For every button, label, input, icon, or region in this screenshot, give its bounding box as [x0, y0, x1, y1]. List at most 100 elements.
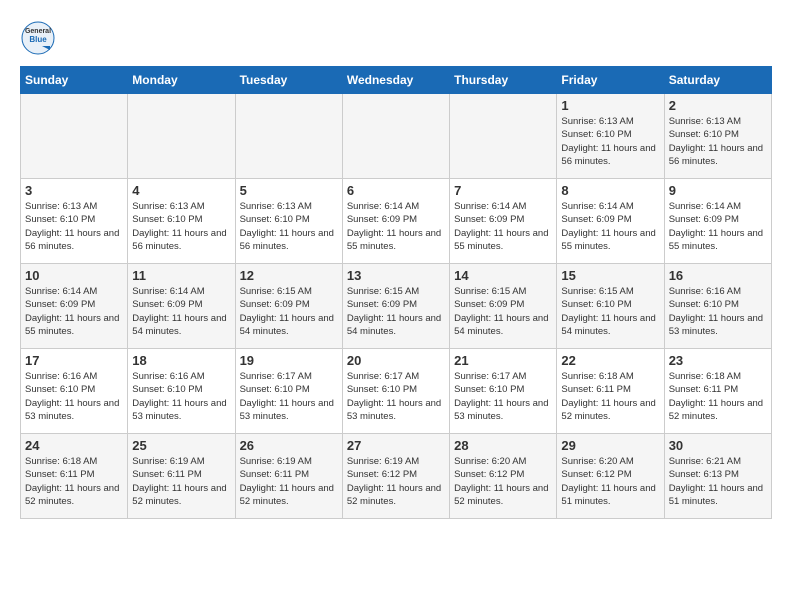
day-cell [450, 94, 557, 179]
week-row-1: 3Sunrise: 6:13 AM Sunset: 6:10 PM Daylig… [21, 179, 772, 264]
header-friday: Friday [557, 67, 664, 94]
day-cell: 6Sunrise: 6:14 AM Sunset: 6:09 PM Daylig… [342, 179, 449, 264]
day-info: Sunrise: 6:14 AM Sunset: 6:09 PM Dayligh… [561, 200, 659, 253]
day-cell: 17 Sunrise: 6:16 AM Sunset: 6:10 PM Dayli… [21, 349, 128, 434]
day-info: Sunrise: 6:16 AM Sunset: 6:10 PM Dayligh… [25, 370, 123, 423]
day-info: Sunrise: 6:13 AM Sunset: 6:10 PM Dayligh… [669, 115, 767, 168]
day-cell: 14Sunrise: 6:15 AM Sunset: 6:09 PM Dayli… [450, 264, 557, 349]
day-cell: 16 Sunrise: 6:16 AM Sunset: 6:10 PM Dayli… [664, 264, 771, 349]
week-row-0: 1 Sunrise: 6:13 AM Sunset: 6:10 PM Daylig… [21, 94, 772, 179]
logo-icon: General Blue [20, 20, 56, 56]
calendar-body: 1 Sunrise: 6:13 AM Sunset: 6:10 PM Daylig… [21, 94, 772, 519]
header-wednesday: Wednesday [342, 67, 449, 94]
day-cell: 18 Sunrise: 6:16 AM Sunset: 6:10 PM Dayli… [128, 349, 235, 434]
day-cell: 26Sunrise: 6:19 AM Sunset: 6:11 PM Dayli… [235, 434, 342, 519]
day-cell: 28 Sunrise: 6:20 AM Sunset: 6:12 PM Dayli… [450, 434, 557, 519]
day-cell: 24 Sunrise: 6:18 AM Sunset: 6:11 PM Dayli… [21, 434, 128, 519]
day-cell: 27Sunrise: 6:19 AM Sunset: 6:12 PM Dayli… [342, 434, 449, 519]
day-number: 9 [669, 183, 767, 198]
day-number: 25 [132, 438, 230, 453]
day-cell: 7 Sunrise: 6:14 AM Sunset: 6:09 PM Daylig… [450, 179, 557, 264]
day-number: 28 [454, 438, 552, 453]
day-cell: 15Sunrise: 6:15 AM Sunset: 6:10 PM Dayli… [557, 264, 664, 349]
week-row-4: 24 Sunrise: 6:18 AM Sunset: 6:11 PM Dayli… [21, 434, 772, 519]
day-info: Sunrise: 6:17 AM Sunset: 6:10 PM Dayligh… [454, 370, 552, 423]
day-number: 27 [347, 438, 445, 453]
day-number: 22 [561, 353, 659, 368]
calendar-header: SundayMondayTuesdayWednesdayThursdayFrid… [21, 67, 772, 94]
week-row-3: 17 Sunrise: 6:16 AM Sunset: 6:10 PM Dayli… [21, 349, 772, 434]
day-info: Sunrise: 6:16 AM Sunset: 6:10 PM Dayligh… [669, 285, 767, 338]
calendar-table: SundayMondayTuesdayWednesdayThursdayFrid… [20, 66, 772, 519]
day-cell: 22 Sunrise: 6:18 AM Sunset: 6:11 PM Dayli… [557, 349, 664, 434]
day-number: 14 [454, 268, 552, 283]
day-cell: 20Sunrise: 6:17 AM Sunset: 6:10 PM Dayli… [342, 349, 449, 434]
day-number: 21 [454, 353, 552, 368]
day-info: Sunrise: 6:13 AM Sunset: 6:10 PM Dayligh… [132, 200, 230, 253]
day-cell: 1 Sunrise: 6:13 AM Sunset: 6:10 PM Daylig… [557, 94, 664, 179]
day-info: Sunrise: 6:14 AM Sunset: 6:09 PM Dayligh… [132, 285, 230, 338]
day-number: 19 [240, 353, 338, 368]
day-info: Sunrise: 6:21 AM Sunset: 6:13 PM Dayligh… [669, 455, 767, 508]
day-number: 1 [561, 98, 659, 113]
day-number: 7 [454, 183, 552, 198]
day-number: 23 [669, 353, 767, 368]
day-cell [235, 94, 342, 179]
day-info: Sunrise: 6:19 AM Sunset: 6:11 PM Dayligh… [240, 455, 338, 508]
header-thursday: Thursday [450, 67, 557, 94]
header-monday: Monday [128, 67, 235, 94]
svg-text:General: General [25, 28, 51, 35]
day-cell: 19Sunrise: 6:17 AM Sunset: 6:10 PM Dayli… [235, 349, 342, 434]
logo: General Blue [20, 20, 56, 56]
day-cell: 9 Sunrise: 6:14 AM Sunset: 6:09 PM Daylig… [664, 179, 771, 264]
day-number: 4 [132, 183, 230, 198]
day-info: Sunrise: 6:15 AM Sunset: 6:10 PM Dayligh… [561, 285, 659, 338]
header-sunday: Sunday [21, 67, 128, 94]
header-tuesday: Tuesday [235, 67, 342, 94]
day-cell: 21 Sunrise: 6:17 AM Sunset: 6:10 PM Dayli… [450, 349, 557, 434]
day-info: Sunrise: 6:15 AM Sunset: 6:09 PM Dayligh… [240, 285, 338, 338]
day-number: 11 [132, 268, 230, 283]
day-number: 10 [25, 268, 123, 283]
day-number: 17 [25, 353, 123, 368]
day-info: Sunrise: 6:13 AM Sunset: 6:10 PM Dayligh… [25, 200, 123, 253]
header-row: SundayMondayTuesdayWednesdayThursdayFrid… [21, 67, 772, 94]
day-cell: 2 Sunrise: 6:13 AM Sunset: 6:10 PM Daylig… [664, 94, 771, 179]
day-info: Sunrise: 6:18 AM Sunset: 6:11 PM Dayligh… [669, 370, 767, 423]
day-cell: 13Sunrise: 6:15 AM Sunset: 6:09 PM Dayli… [342, 264, 449, 349]
day-info: Sunrise: 6:17 AM Sunset: 6:10 PM Dayligh… [347, 370, 445, 423]
day-number: 29 [561, 438, 659, 453]
header-saturday: Saturday [664, 67, 771, 94]
day-info: Sunrise: 6:16 AM Sunset: 6:10 PM Dayligh… [132, 370, 230, 423]
day-number: 18 [132, 353, 230, 368]
day-number: 30 [669, 438, 767, 453]
day-info: Sunrise: 6:20 AM Sunset: 6:12 PM Dayligh… [454, 455, 552, 508]
day-cell: 25 Sunrise: 6:19 AM Sunset: 6:11 PM Dayli… [128, 434, 235, 519]
day-cell [128, 94, 235, 179]
day-info: Sunrise: 6:18 AM Sunset: 6:11 PM Dayligh… [25, 455, 123, 508]
day-cell: 4 Sunrise: 6:13 AM Sunset: 6:10 PM Daylig… [128, 179, 235, 264]
day-info: Sunrise: 6:13 AM Sunset: 6:10 PM Dayligh… [240, 200, 338, 253]
day-cell: 11 Sunrise: 6:14 AM Sunset: 6:09 PM Dayli… [128, 264, 235, 349]
day-number: 12 [240, 268, 338, 283]
day-cell: 29Sunrise: 6:20 AM Sunset: 6:12 PM Dayli… [557, 434, 664, 519]
day-info: Sunrise: 6:13 AM Sunset: 6:10 PM Dayligh… [561, 115, 659, 168]
day-number: 6 [347, 183, 445, 198]
day-cell: 8Sunrise: 6:14 AM Sunset: 6:09 PM Daylig… [557, 179, 664, 264]
day-info: Sunrise: 6:18 AM Sunset: 6:11 PM Dayligh… [561, 370, 659, 423]
day-cell [342, 94, 449, 179]
day-cell: 23 Sunrise: 6:18 AM Sunset: 6:11 PM Dayli… [664, 349, 771, 434]
day-number: 16 [669, 268, 767, 283]
day-number: 2 [669, 98, 767, 113]
day-info: Sunrise: 6:15 AM Sunset: 6:09 PM Dayligh… [347, 285, 445, 338]
day-info: Sunrise: 6:14 AM Sunset: 6:09 PM Dayligh… [669, 200, 767, 253]
day-cell: 30 Sunrise: 6:21 AM Sunset: 6:13 PM Dayli… [664, 434, 771, 519]
day-info: Sunrise: 6:14 AM Sunset: 6:09 PM Dayligh… [454, 200, 552, 253]
day-cell: 5Sunrise: 6:13 AM Sunset: 6:10 PM Daylig… [235, 179, 342, 264]
day-number: 24 [25, 438, 123, 453]
day-cell: 10 Sunrise: 6:14 AM Sunset: 6:09 PM Dayli… [21, 264, 128, 349]
day-info: Sunrise: 6:19 AM Sunset: 6:11 PM Dayligh… [132, 455, 230, 508]
day-info: Sunrise: 6:14 AM Sunset: 6:09 PM Dayligh… [25, 285, 123, 338]
page-header: General Blue [20, 20, 772, 56]
week-row-2: 10 Sunrise: 6:14 AM Sunset: 6:09 PM Dayli… [21, 264, 772, 349]
